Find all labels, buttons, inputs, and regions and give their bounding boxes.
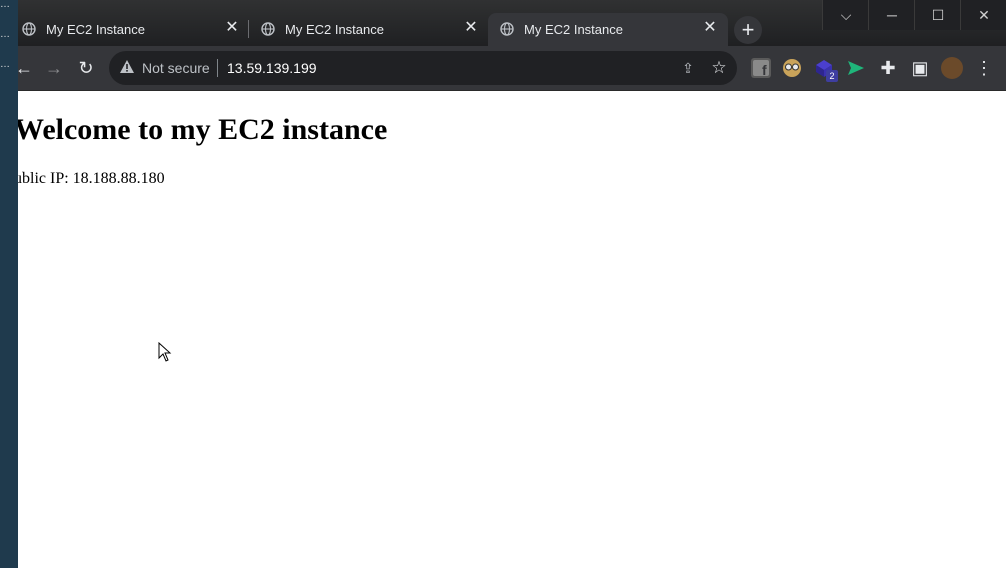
bookmark-star-icon[interactable]: ☆: [709, 58, 729, 78]
facebook-extension-icon[interactable]: f: [751, 58, 771, 78]
tab-2[interactable]: My EC2 Instance ✕: [249, 13, 489, 46]
tab-3-active[interactable]: My EC2 Instance ✕: [488, 13, 728, 46]
reload-icon[interactable]: ↻: [74, 56, 98, 80]
extension-badge: 2: [826, 70, 838, 82]
mouse-cursor-icon: [158, 342, 172, 362]
extensions-puzzle-icon[interactable]: ✚: [876, 56, 900, 80]
send-extension-icon[interactable]: [846, 58, 866, 78]
dots-icon: …: [0, 29, 10, 40]
globe-icon: [500, 22, 514, 36]
tab-search-button[interactable]: ⌵: [822, 0, 869, 30]
close-icon[interactable]: ✕: [702, 20, 718, 36]
tab-title: My EC2 Instance: [46, 22, 145, 37]
security-label[interactable]: Not secure: [142, 60, 210, 76]
new-tab-button[interactable]: +: [734, 16, 762, 44]
svg-text:f: f: [762, 62, 767, 78]
close-icon[interactable]: ✕: [224, 20, 240, 36]
maximize-button[interactable]: ☐: [914, 0, 961, 30]
address-bar[interactable]: Not secure 13.59.139.199 ⇪ ☆: [109, 51, 737, 85]
public-ip-text: ublic IP: 18.188.88.180: [14, 170, 165, 187]
glasses-extension-icon[interactable]: [782, 58, 802, 78]
share-icon[interactable]: ⇪: [679, 59, 697, 77]
forward-icon[interactable]: →: [42, 56, 66, 80]
tab-title: My EC2 Instance: [285, 22, 384, 37]
globe-icon: [261, 22, 275, 36]
desktop-left-strip: … … …: [0, 0, 18, 568]
tab-1[interactable]: My EC2 Instance ✕: [10, 13, 250, 46]
warning-icon: [120, 60, 134, 73]
profile-avatar[interactable]: [941, 57, 963, 79]
menu-kebab-icon[interactable]: ⋮: [972, 56, 996, 80]
divider: [217, 59, 218, 77]
minimize-button[interactable]: ─: [868, 0, 915, 30]
page-content: Welcome to my EC2 instance ublic IP: 18.…: [14, 91, 1006, 568]
page-heading: Welcome to my EC2 instance: [14, 113, 388, 146]
close-window-button[interactable]: ✕: [960, 0, 1006, 30]
close-icon[interactable]: ✕: [463, 20, 479, 36]
side-panel-icon[interactable]: ▣: [908, 56, 932, 80]
tab-strip: My EC2 Instance ✕ My EC2 Instance ✕ My E…: [0, 0, 1006, 46]
globe-icon: [22, 22, 36, 36]
dots-icon: …: [0, 0, 10, 10]
url-text[interactable]: 13.59.139.199: [227, 60, 317, 76]
dots-icon: …: [0, 59, 10, 70]
tab-title: My EC2 Instance: [524, 22, 623, 37]
browser-toolbar: ← → ↻ Not secure 13.59.139.199 ⇪ ☆ f ✚ ▣…: [0, 46, 1006, 91]
